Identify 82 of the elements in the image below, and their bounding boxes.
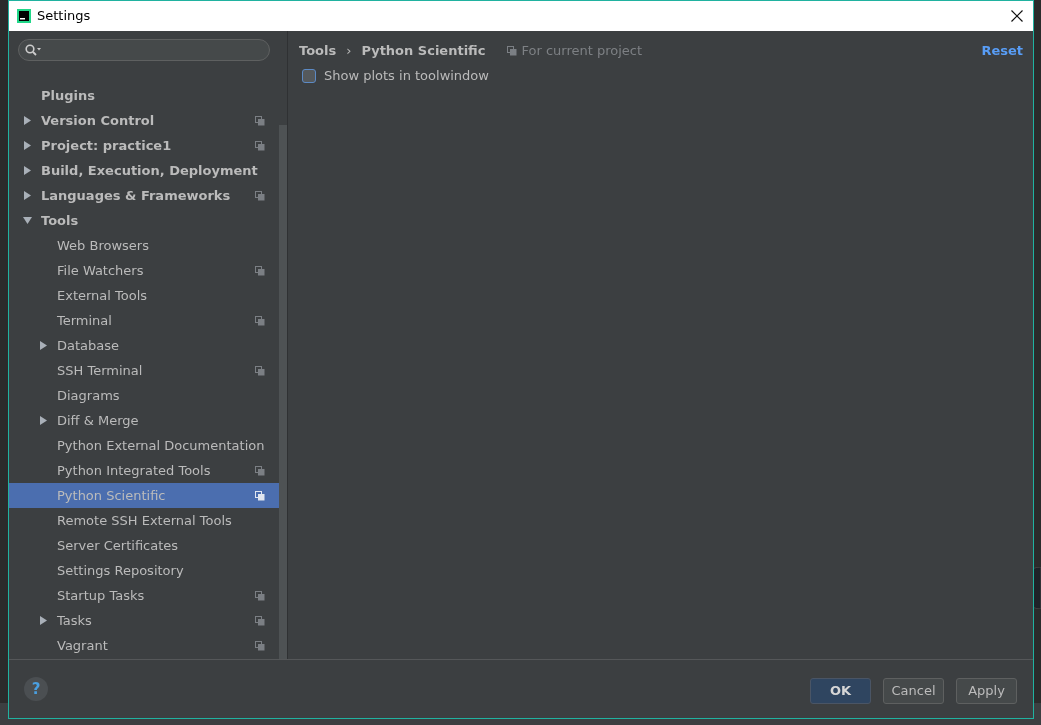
tree-item-label: Build, Execution, Deployment (41, 161, 259, 180)
app-logo-icon (17, 9, 31, 23)
tree-item-label: Python Integrated Tools (57, 461, 212, 480)
copy-icon (255, 590, 265, 601)
collapsed-arrow-icon[interactable] (39, 416, 48, 425)
copy-icon (507, 45, 518, 56)
close-icon[interactable] (1011, 10, 1023, 22)
tree-item[interactable]: Vagrant (9, 633, 279, 658)
copy-icon (255, 140, 265, 151)
checkbox[interactable] (302, 69, 316, 83)
tree-item[interactable]: Diagrams (9, 383, 279, 408)
tree-item-label: Plugins (41, 86, 96, 105)
reset-link[interactable]: Reset (981, 40, 1023, 61)
collapsed-arrow-icon[interactable] (39, 341, 48, 350)
tree-item[interactable]: Python Integrated Tools (9, 458, 279, 483)
tree-item[interactable]: Diff & Merge (9, 408, 279, 433)
scope-note: For current project (521, 41, 644, 60)
copy-icon (255, 315, 265, 326)
collapsed-arrow-icon[interactable] (23, 116, 32, 125)
tree-item[interactable]: Build, Execution, Deployment (9, 158, 279, 183)
tree-item[interactable]: Web Browsers (9, 233, 279, 258)
copy-icon (255, 640, 265, 651)
tree-item-label: Database (57, 336, 121, 355)
tree-item[interactable]: Tasks (9, 608, 279, 633)
tree-item[interactable]: Server Certificates (9, 533, 279, 558)
window-title: Settings (37, 7, 92, 26)
tree-item-label: Settings Repository (57, 561, 185, 580)
tree-item[interactable]: Terminal (9, 308, 279, 333)
tree-item-label: Web Browsers (57, 236, 150, 255)
dialog-button[interactable]: Apply (956, 678, 1017, 704)
dialog-button[interactable]: Cancel (883, 678, 944, 704)
tree-item-label: Tasks (57, 611, 93, 630)
copy-icon (255, 115, 265, 126)
tree-item-label: Diagrams (57, 386, 121, 405)
tree-item[interactable]: Project: practice1 (9, 133, 279, 158)
copy-icon (255, 465, 265, 476)
tree-item-label: SSH Terminal (57, 361, 144, 380)
scrollbar-thumb[interactable] (279, 125, 287, 659)
help-button[interactable]: ? (24, 677, 48, 701)
tree-item[interactable]: Remote SSH External Tools (9, 508, 279, 533)
tree-item[interactable]: Settings Repository (9, 558, 279, 583)
breadcrumb-separator: › (346, 41, 352, 60)
tree-item-label: Server Certificates (57, 536, 180, 555)
tree-item-label: Python Scientific (57, 486, 167, 505)
tree-item[interactable]: SSH Terminal (9, 358, 279, 383)
tree-item-label: Languages & Frameworks (41, 186, 232, 205)
collapsed-arrow-icon[interactable] (23, 166, 32, 175)
tree-item-label: File Watchers (57, 261, 145, 280)
tree-item-label: Vagrant (57, 636, 109, 655)
tree-item-label: Remote SSH External Tools (57, 511, 233, 530)
tree-item[interactable]: Languages & Frameworks (9, 183, 279, 208)
copy-icon (255, 615, 265, 626)
copy-icon (255, 490, 265, 501)
collapsed-arrow-icon[interactable] (39, 616, 48, 625)
tree-item[interactable]: Plugins (9, 83, 279, 108)
expanded-arrow-icon[interactable] (23, 216, 32, 225)
tree-item-label: Python External Documentation (57, 436, 265, 455)
tree-item-label: Terminal (57, 311, 113, 330)
collapsed-arrow-icon[interactable] (23, 191, 32, 200)
collapsed-arrow-icon[interactable] (23, 141, 32, 150)
tree-item-label: Version Control (41, 111, 156, 130)
tree-item-label: Startup Tasks (57, 586, 146, 605)
search-field[interactable] (18, 39, 270, 61)
copy-icon (255, 265, 265, 276)
breadcrumb-item: Tools (299, 41, 337, 60)
tree-item-label: Project: practice1 (41, 136, 173, 155)
tree-item[interactable]: File Watchers (9, 258, 279, 283)
tree-item-label: External Tools (57, 286, 149, 305)
tree-item[interactable]: Tools (9, 208, 279, 233)
checkbox-label: Show plots in toolwindow (324, 67, 489, 86)
tree-item[interactable]: Version Control (9, 108, 279, 133)
tree-item-label: Tools (41, 211, 80, 230)
tree-item[interactable]: Python External Documentation (9, 433, 279, 458)
copy-icon (255, 190, 265, 201)
tree-item[interactable]: Startup Tasks (9, 583, 279, 608)
copy-icon (255, 365, 265, 376)
breadcrumb-item: Python Scientific (361, 41, 486, 60)
dialog-button[interactable]: OK (810, 678, 871, 704)
tree-item-label: Diff & Merge (57, 411, 140, 430)
tree-item[interactable]: External Tools (9, 283, 279, 308)
search-icon (25, 44, 41, 56)
tree-item[interactable]: Database (9, 333, 279, 358)
